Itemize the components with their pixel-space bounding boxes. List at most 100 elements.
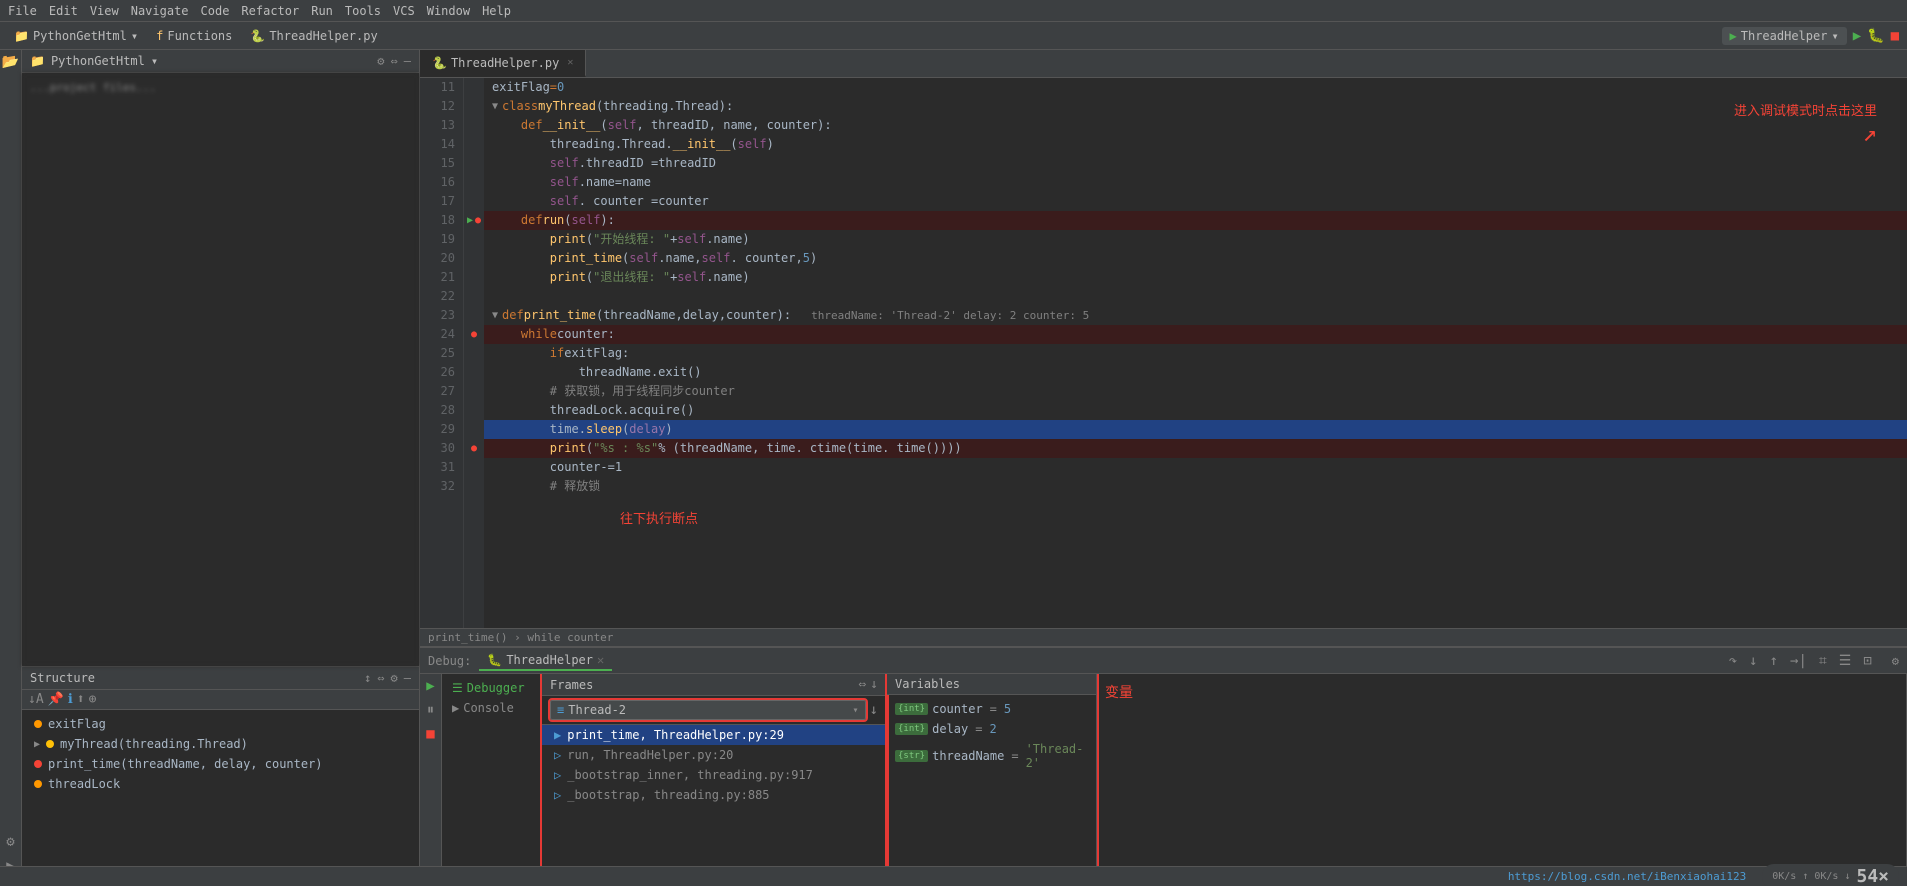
frame-item-3[interactable]: ▷ _bootstrap, threading.py:885 [542, 785, 886, 805]
menu-edit[interactable]: Edit [49, 4, 78, 18]
info-icon[interactable]: ℹ [68, 692, 73, 707]
breakpoint-24[interactable]: ● [471, 329, 477, 340]
menu-navigate[interactable]: Navigate [131, 4, 189, 18]
sort-az-icon[interactable]: ↓A [28, 692, 44, 707]
debug-title: Debug: [428, 654, 471, 668]
structure-item-exitflag[interactable]: exitFlag [30, 714, 411, 734]
menu-file[interactable]: File [8, 4, 37, 18]
functions-tab[interactable]: f Functions [150, 27, 238, 45]
debug-side-strip: ▶ ⏸ ■ [420, 674, 442, 886]
breakpoint-18[interactable]: ● [475, 215, 481, 226]
thread-nav-btn[interactable]: ↓ [870, 702, 878, 718]
left-sidebar-strip: 📂 ⚙ ▶ [0, 50, 22, 886]
step-into-btn[interactable]: ↓ [1745, 651, 1761, 671]
frame-icon-0: ▶ [554, 728, 561, 742]
mythread-label: myThread(threading.Thread) [60, 737, 248, 751]
structure-item-printtime[interactable]: print_time(threadName, delay, counter) [30, 754, 411, 774]
code-line-19: print("开始线程: "+self.name) [484, 230, 1907, 249]
var-item-delay[interactable]: {int} delay = 2 [895, 719, 1088, 739]
stop-debug-btn[interactable]: ■ [426, 726, 434, 742]
console-subtab[interactable]: ▶ Console [446, 698, 537, 718]
run-config-chevron: ▾ [1831, 29, 1838, 43]
code-line-24: while counter: [484, 325, 1907, 344]
editor-area: 🐍 ThreadHelper.py ✕ 11 12 13 14 [420, 50, 1907, 646]
project-selector[interactable]: 📁 PythonGetHtml ▾ [8, 27, 144, 45]
pin-icon[interactable]: 📌 [48, 692, 64, 707]
frame-icon-2: ▷ [554, 768, 561, 782]
menu-help[interactable]: Help [482, 4, 511, 18]
menu-window[interactable]: Window [427, 4, 470, 18]
var-type-delay: {int} [895, 723, 928, 735]
settings-gear-icon[interactable]: ⚙ [377, 54, 384, 68]
line-numbers: 11 12 13 14 15 16 17 18 19 20 21 22 [420, 78, 464, 628]
pause-btn[interactable]: ⏸ [427, 702, 434, 718]
frame-item-2[interactable]: ▷ _bootstrap_inner, threading.py:917 [542, 765, 886, 785]
menu-tools[interactable]: Tools [345, 4, 381, 18]
menu-view[interactable]: View [90, 4, 119, 18]
debugger-label: Debugger [467, 681, 525, 695]
debugger-subtab[interactable]: ☰ Debugger [446, 678, 537, 698]
menu-code[interactable]: Code [201, 4, 230, 18]
file-tab[interactable]: 🐍 ThreadHelper.py [244, 27, 383, 45]
project-panel-title: PythonGetHtml [51, 54, 145, 68]
settings-icon[interactable]: ⚙ [6, 834, 14, 850]
structure-item-mythread[interactable]: ▶ myThread(threading.Thread) [30, 734, 411, 754]
structure-settings-icon[interactable]: ⚙ [391, 671, 398, 685]
thread-dropdown[interactable]: ≡ Thread-2 ▾ [550, 700, 866, 720]
run-button[interactable]: ▶ [1853, 28, 1861, 44]
project-icon[interactable]: 📂 [2, 54, 19, 70]
structure-item-threadlock[interactable]: threadLock [30, 774, 411, 794]
debug-hint-23: threadName: 'Thread-2' delay: 2 counter:… [811, 306, 1089, 325]
show-inherited-icon[interactable]: ⬆ [77, 692, 85, 707]
debug-session-close-icon[interactable]: ✕ [597, 653, 604, 667]
frame-fn-3: _bootstrap, threading.py:885 [567, 788, 769, 802]
code-area[interactable]: 11 12 13 14 15 16 17 18 19 20 21 22 [420, 78, 1907, 628]
evaluate-btn[interactable]: ⌗ [1815, 651, 1831, 671]
restore-layout-btn[interactable]: ⊡ [1859, 651, 1875, 671]
code-line-25: if exitFlag: [484, 344, 1907, 363]
expand-frames-icon[interactable]: ⇔ [858, 677, 866, 692]
thread-icon: ≡ [557, 703, 564, 717]
expand-all-icon[interactable]: ⇔ [377, 671, 384, 685]
project-folder-icon: 📁 [14, 29, 29, 43]
debug-settings-icon[interactable]: ⚙ [1892, 654, 1899, 668]
project-chevron-icon2: ▾ [151, 54, 158, 68]
menu-vcs[interactable]: VCS [393, 4, 415, 18]
threadlock-icon [34, 780, 42, 788]
down-arrow-icon[interactable]: ↓ [870, 677, 878, 692]
url-label: https://blog.csdn.net/iBenxiaohai123 [1508, 870, 1746, 883]
var-item-threadname[interactable]: {str} threadName = 'Thread-2' [895, 739, 1088, 773]
sort-icon[interactable]: ↕ [364, 671, 371, 685]
breakpoint-30[interactable]: ● [471, 443, 477, 454]
run-config-selector[interactable]: ▶ ThreadHelper ▾ [1722, 27, 1847, 45]
debug-button[interactable]: 🐛 [1867, 28, 1884, 44]
debug-session-tab[interactable]: 🐛 ThreadHelper ✕ [479, 651, 612, 671]
expand-icon[interactable]: ⇔ [391, 54, 398, 68]
structure-list: exitFlag ▶ myThread(threading.Thread) pr… [22, 710, 419, 798]
gutter-area[interactable]: ▶ ● ● [464, 78, 484, 628]
toolbar-right: ▶ ThreadHelper ▾ ▶ 🐛 ■ [1722, 27, 1899, 45]
project-panel-icon: 📁 [30, 54, 45, 68]
editor-debug-area: 🐍 ThreadHelper.py ✕ 11 12 13 14 [420, 50, 1907, 886]
step-over-btn[interactable]: ↷ [1725, 651, 1741, 671]
frame-item-1[interactable]: ▷ run, ThreadHelper.py:20 [542, 745, 886, 765]
editor-tab-threadhelper[interactable]: 🐍 ThreadHelper.py ✕ [420, 50, 586, 77]
step-out-btn[interactable]: ↑ [1766, 651, 1782, 671]
menu-refactor[interactable]: Refactor [241, 4, 299, 18]
structure-title: Structure [30, 671, 95, 685]
tab-close-icon[interactable]: ✕ [567, 57, 573, 68]
run-to-cursor-btn[interactable]: →| [1786, 651, 1811, 671]
code-line-27: # 获取锁，用于线程同步counter [484, 382, 1907, 401]
stop-button[interactable]: ■ [1891, 28, 1899, 44]
show-anonymous-icon[interactable]: ⊕ [89, 692, 97, 707]
menu-run[interactable]: Run [311, 4, 333, 18]
var-val-counter: 5 [1004, 702, 1011, 716]
resume-btn[interactable]: ▶ [426, 678, 434, 694]
frame-item-0[interactable]: ▶ print_time, ThreadHelper.py:29 [542, 725, 886, 745]
close-panel-icon[interactable]: — [404, 54, 411, 68]
var-item-counter[interactable]: {int} counter = 5 [895, 699, 1088, 719]
frames-btn[interactable]: ☰ [1835, 651, 1856, 671]
structure-close-icon[interactable]: — [404, 671, 411, 685]
frame-fn-1: run, ThreadHelper.py:20 [567, 748, 733, 762]
var-val-threadname: 'Thread-2' [1026, 742, 1088, 770]
